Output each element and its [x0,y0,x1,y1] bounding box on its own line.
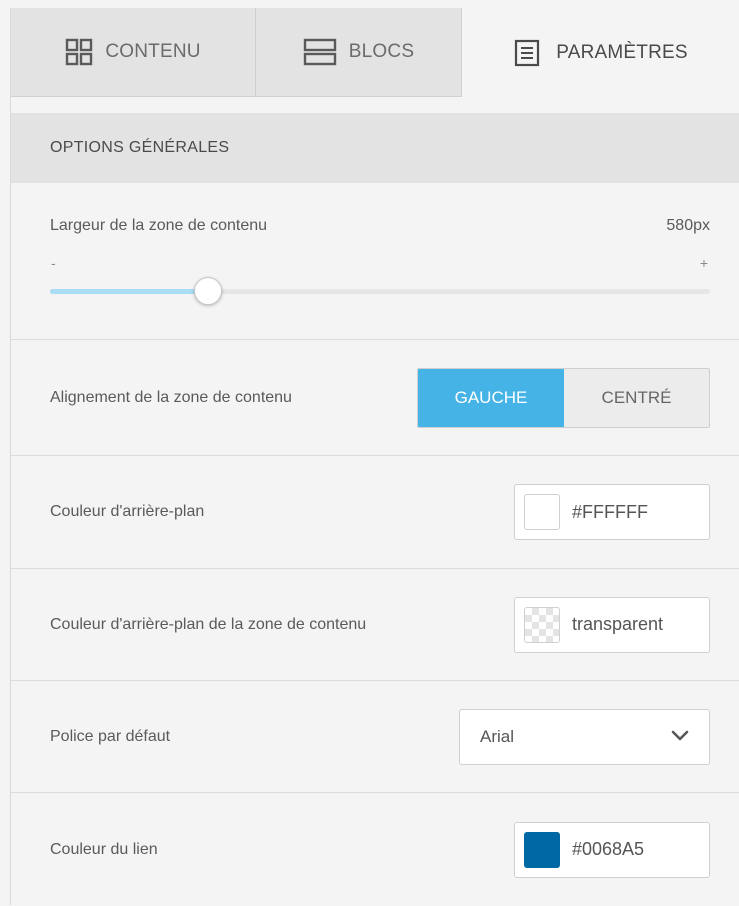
link-color-label: Couleur du lien [50,840,158,858]
tab-bar: CONTENU BLOCS PARAMÈTRES [11,8,739,97]
grid-icon [65,38,93,66]
tab-content[interactable]: CONTENU [11,8,256,96]
link-color-row: Couleur du lien #0068A5 [11,793,739,906]
align-left-button[interactable]: GAUCHE [418,368,564,427]
align-center-button[interactable]: CENTRÉ [564,368,709,427]
default-font-row: Police par défaut Arial [11,681,739,793]
content-width-value: 580px [666,217,710,234]
section-title: OPTIONS GÉNÉRALES [11,113,739,183]
tab-content-label: CONTENU [105,41,201,62]
background-color-row: Couleur d'arrière-plan #FFFFFF [11,456,739,569]
content-background-color-label: Couleur d'arrière-plan de la zone de con… [50,615,367,633]
chevron-down-icon [671,727,689,747]
content-alignment-row: Alignement de la zone de contenu GAUCHE … [11,340,739,456]
content-width-slider-thumb[interactable] [194,277,222,305]
content-width-slider-track[interactable] [50,289,710,294]
tab-blocks-label: BLOCS [348,41,415,62]
tab-settings[interactable]: PARAMÈTRES [462,8,739,97]
link-color-value: #0068A5 [572,839,645,859]
default-font-label: Police par défaut [50,727,171,745]
background-color-picker[interactable]: #FFFFFF [514,484,710,540]
content-background-color-row: Couleur d'arrière-plan de la zone de con… [11,569,739,681]
settings-doc-icon [514,39,540,67]
content-width-slider-fill [50,289,208,294]
default-font-select[interactable]: Arial [459,708,710,765]
content-width-row: Largeur de la zone de contenu 580px - + [11,183,739,340]
blocks-icon [303,38,337,66]
default-font-value: Arial [480,726,515,746]
slider-min-label: - [51,255,56,271]
slider-max-label: + [699,255,708,271]
settings-panel: CONTENU BLOCS PARAMÈTRES OPTIONS GÉNÉRAL… [10,8,739,905]
transparent-swatch [524,606,560,643]
background-color-value: #FFFFFF [572,501,648,522]
content-background-color-picker[interactable]: transparent [514,596,710,653]
tab-blocks[interactable]: BLOCS [256,8,462,96]
content-background-color-value: transparent [572,614,664,634]
link-color-picker[interactable]: #0068A5 [514,821,710,878]
alignment-toggle: GAUCHE CENTRÉ [417,367,710,428]
content-alignment-label: Alignement de la zone de contenu [50,388,292,406]
link-color-swatch [524,831,560,868]
background-color-label: Couleur d'arrière-plan [50,503,205,520]
background-color-swatch [524,494,560,530]
tab-settings-label: PARAMÈTRES [556,41,688,63]
content-width-label: Largeur de la zone de contenu [50,217,268,234]
